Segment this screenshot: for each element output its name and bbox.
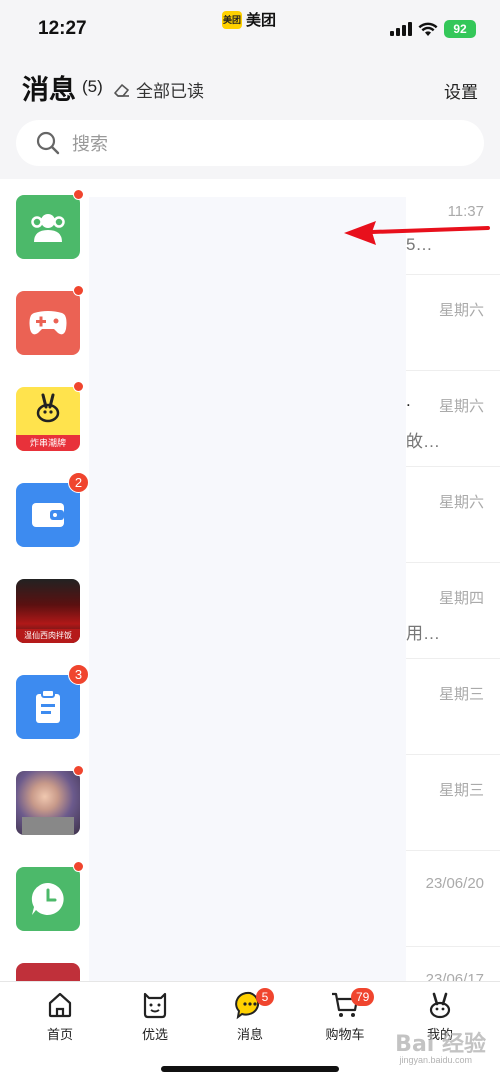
watermark-url: jingyan.baidu.com <box>399 1055 472 1065</box>
tab-label: 消息 <box>236 1027 263 1042</box>
tab-youxuan[interactable]: 优选 <box>105 990 205 1043</box>
message-time: 星期四 <box>438 590 484 607</box>
youxuan-icon <box>143 992 167 1019</box>
restaurant-avatar: 温仙西肉拌饭 <box>16 579 80 643</box>
cellular-signal-icon <box>390 22 412 36</box>
wifi-icon <box>418 22 438 36</box>
unread-badge: 2 <box>68 472 89 493</box>
unread-dot <box>73 189 84 200</box>
watermark: Bai 经验 <box>395 1032 486 1057</box>
tab-label: 优选 <box>141 1027 168 1042</box>
message-time: 23/06/20 <box>425 875 484 892</box>
home-indicator <box>161 1066 339 1072</box>
skewer-shop-avatar: 炸串潮牌 <box>16 387 80 451</box>
home-icon <box>48 992 72 1018</box>
unread-badge: 3 <box>68 664 89 685</box>
search-placeholder: 搜索 <box>72 134 108 154</box>
avatar-caption: 温仙西肉拌饭 <box>16 629 80 643</box>
message-preview: 敀… <box>406 432 440 451</box>
unread-dot <box>73 285 84 296</box>
eraser-icon <box>114 83 129 97</box>
wallet-icon <box>16 483 80 547</box>
app-indicator: 美团 美团 <box>222 9 276 30</box>
unread-dot <box>73 381 84 392</box>
message-preview: 用… <box>406 624 440 643</box>
message-time: 星期三 <box>438 686 484 703</box>
redacted-area <box>89 197 406 987</box>
header: 消息 (5) 全部已读 设置 <box>0 56 500 116</box>
clipboard-icon <box>16 675 80 739</box>
status-time: 12:27 <box>38 18 87 39</box>
search-icon <box>36 131 60 155</box>
unread-dot <box>73 765 84 776</box>
tab-messages[interactable]: 消息 5 <box>200 988 300 1043</box>
tab-label: 首页 <box>46 1027 73 1042</box>
clock-chat-icon <box>16 867 80 931</box>
tab-badge: 5 <box>256 988 274 1006</box>
mine-icon <box>429 992 451 1019</box>
unread-dot <box>73 861 84 872</box>
mark-all-read-button[interactable]: 全部已读 <box>113 77 204 102</box>
app-name: 美团 <box>246 12 277 29</box>
battery-indicator: 92 <box>444 20 476 38</box>
message-title: . <box>406 391 411 410</box>
tab-label: 购物车 <box>325 1027 365 1042</box>
red-arrow-icon <box>344 221 490 245</box>
settings-button[interactable]: 设置 <box>444 78 478 103</box>
shop-avatar <box>16 963 80 981</box>
search-input[interactable]: 搜索 <box>16 120 484 166</box>
page-title: 消息 <box>22 75 76 105</box>
mark-all-read-label: 全部已读 <box>136 82 204 101</box>
status-bar: 12:27 美团 美团 92 <box>0 0 500 56</box>
unread-count: (5) <box>82 77 103 96</box>
message-time: 23/06/17 <box>425 971 484 981</box>
meituan-logo-icon: 美团 <box>222 10 242 29</box>
message-time: 星期六 <box>438 302 484 319</box>
message-time: 星期六 <box>438 398 484 415</box>
avatar-caption: 炸串潮牌 <box>16 435 80 451</box>
group-icon <box>16 195 80 259</box>
gamepad-icon <box>16 291 80 355</box>
tab-badge: 79 <box>351 988 375 1006</box>
tab-home[interactable]: 首页 <box>10 990 110 1043</box>
tab-cart[interactable]: 购物车 79 <box>295 988 395 1043</box>
portrait-avatar <box>16 771 80 835</box>
message-time: 星期六 <box>438 494 484 511</box>
status-right: 92 <box>390 20 476 38</box>
message-time: 星期三 <box>438 782 484 799</box>
